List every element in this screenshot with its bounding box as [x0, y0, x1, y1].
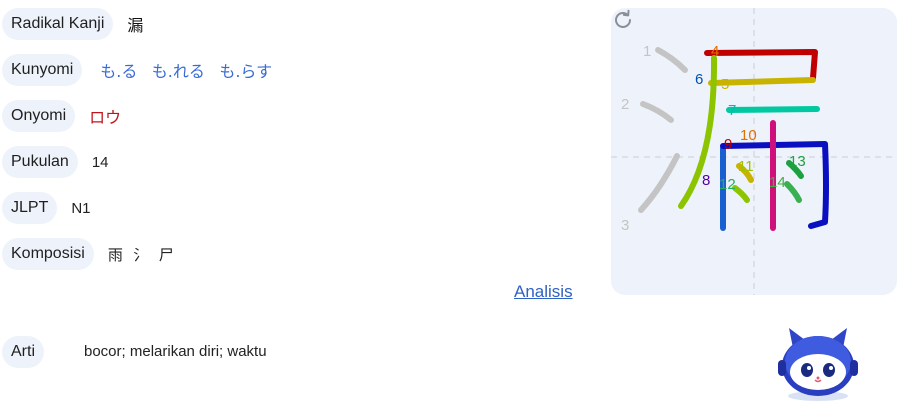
stroke-number: 13: [789, 153, 806, 170]
composition-label: Komposisi: [2, 238, 94, 270]
composition-parts: 雨 氵 尸: [108, 244, 180, 265]
kunyomi-reading[interactable]: も.る: [100, 62, 137, 81]
meaning-value: bocor; melarikan diri; waktu: [84, 343, 267, 360]
strokes-row: Pukulan 14: [2, 146, 109, 178]
jlpt-row: JLPT N1: [2, 192, 91, 224]
stroke-2: [640, 101, 674, 123]
strokes-value: 14: [91, 153, 109, 171]
composition-part[interactable]: 雨: [108, 246, 123, 264]
stroke-3: [638, 153, 680, 213]
jlpt-value: N1: [71, 199, 91, 217]
stroke-number: 3: [621, 217, 629, 234]
composition-row: Komposisi 雨 氵 尸: [2, 238, 180, 270]
analysis-link[interactable]: Analisis: [514, 282, 573, 302]
stroke-number: 9: [724, 136, 732, 153]
mascot-robot-icon[interactable]: [773, 326, 863, 401]
stroke-1: [655, 47, 688, 73]
onyomi-row: Onyomi ロウ: [2, 100, 121, 132]
kunyomi-reading[interactable]: も.れる: [152, 62, 205, 81]
kunyomi-reading[interactable]: も.らす: [219, 62, 272, 81]
jlpt-label: JLPT: [2, 192, 58, 224]
strokes-label: Pukulan: [2, 146, 78, 178]
stroke-number: 4: [711, 43, 719, 60]
radical-label: Radikal Kanji: [2, 8, 114, 40]
stroke-number: 10: [740, 127, 757, 144]
kunyomi-values: も.る も.れる も.らす: [100, 58, 282, 82]
kunyomi-row: Kunyomi も.る も.れる も.らす: [2, 54, 282, 86]
stroke-14: [784, 181, 802, 203]
radical-value[interactable]: 漏: [127, 12, 143, 36]
stroke-number: 14: [769, 174, 786, 191]
stroke-order-panel[interactable]: 1 2 3 4 5 6 7 8 9 10 11 12 13 14: [611, 8, 897, 295]
kunyomi-label: Kunyomi: [2, 54, 83, 86]
stroke-number: 12: [719, 176, 736, 193]
stroke-number: 11: [738, 158, 754, 175]
stroke-order-diagram: 1 2 3 4 5 6 7 8 9 10 11 12 13 14: [611, 8, 897, 295]
meaning-row: Arti: [2, 336, 44, 368]
composition-part[interactable]: 氵: [133, 246, 148, 264]
composition-part[interactable]: 尸: [159, 246, 174, 264]
stroke-number: 1: [643, 43, 651, 60]
replay-icon[interactable]: [611, 8, 635, 32]
stroke-number: 5: [721, 76, 729, 93]
stroke-number: 8: [702, 172, 710, 189]
stroke-number: 2: [621, 96, 629, 113]
onyomi-label: Onyomi: [2, 100, 76, 132]
onyomi-value: ロウ: [89, 104, 121, 128]
stroke-7: [726, 106, 820, 113]
stroke-4: [704, 49, 818, 81]
meaning-label: Arti: [2, 336, 44, 368]
radical-row: Radikal Kanji 漏: [2, 8, 143, 40]
stroke-number: 6: [695, 71, 703, 88]
onyomi-reading[interactable]: ロウ: [89, 108, 121, 127]
stroke-number: 7: [728, 102, 736, 119]
stroke-12: [732, 185, 750, 203]
